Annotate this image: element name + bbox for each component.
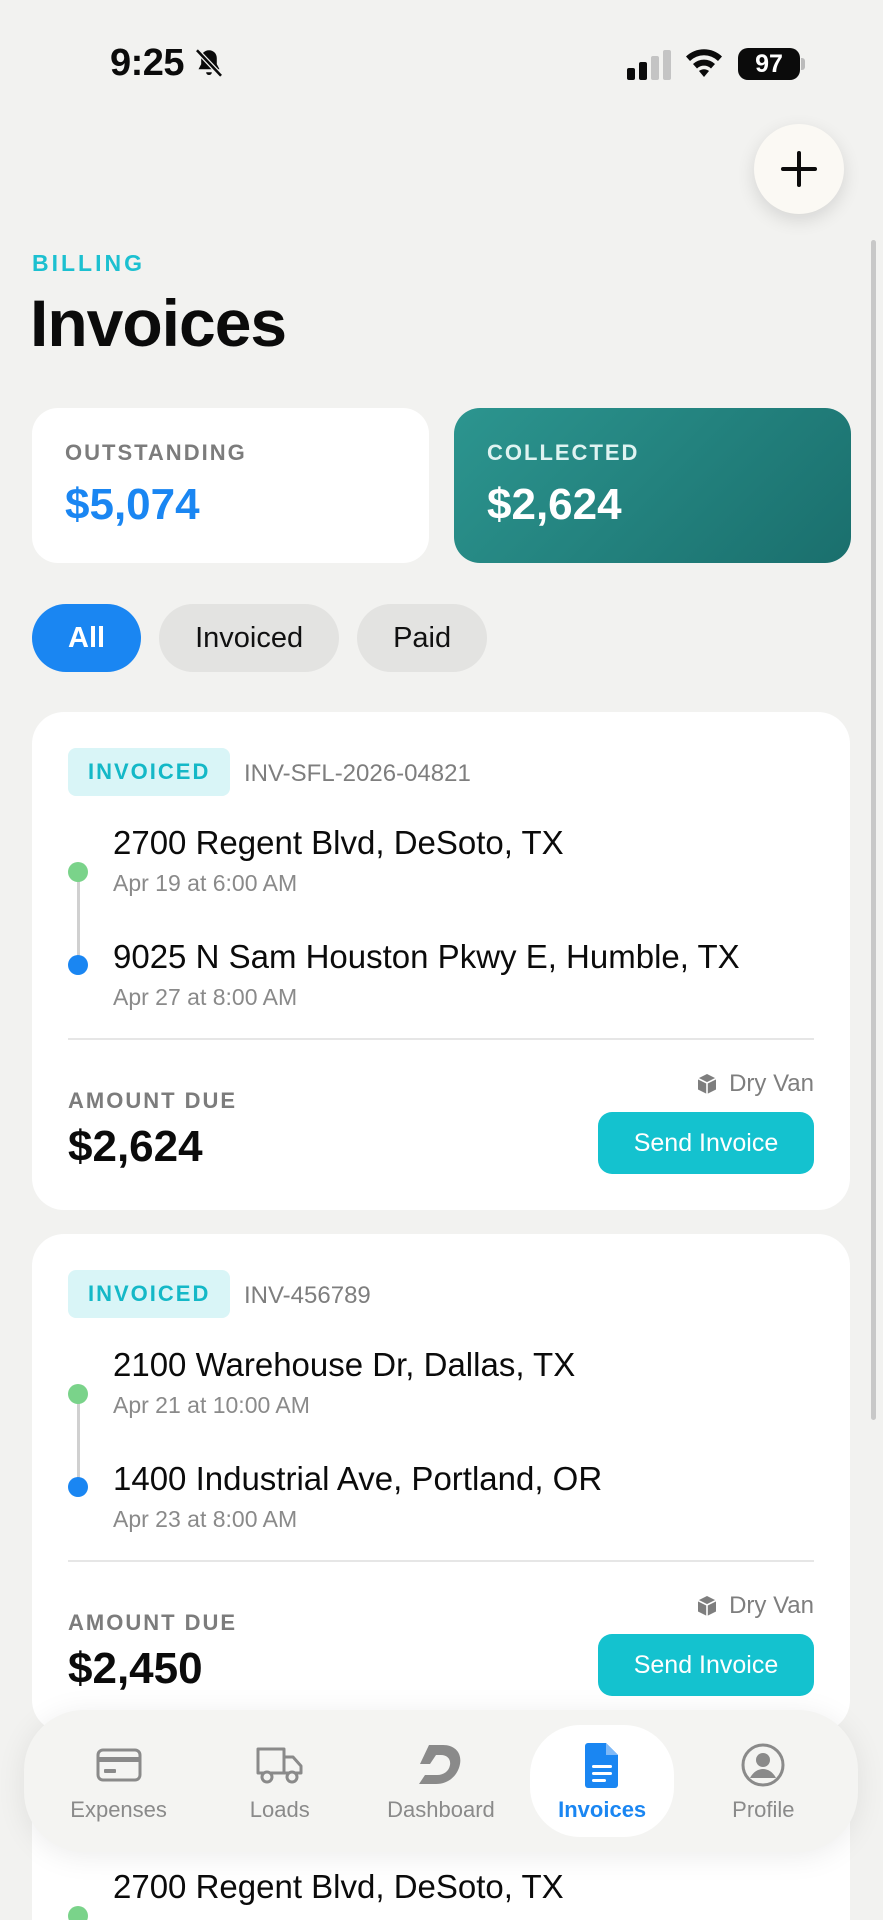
- tab-expenses[interactable]: Expenses: [47, 1725, 191, 1837]
- equipment-label: Dry Van: [729, 1070, 814, 1097]
- tab-loads[interactable]: Loads: [208, 1725, 352, 1837]
- pickup-time: Apr 19 at 6:00 AM: [113, 870, 298, 896]
- invoice-card[interactable]: INVOICED INV-456789 2100 Warehouse Dr, D…: [32, 1234, 850, 1732]
- equipment-type: Dry Van: [695, 1070, 814, 1098]
- filter-all[interactable]: All: [32, 604, 142, 672]
- invoice-card[interactable]: INVOICED INV-SFL-2026-04821 2700 Regent …: [32, 712, 850, 1210]
- tab-profile[interactable]: Profile: [691, 1725, 835, 1837]
- dropoff-time: Apr 27 at 8:00 AM: [113, 984, 298, 1010]
- dropoff-address: 1400 Industrial Ave, Portland, OR: [113, 1460, 603, 1497]
- collected-card: COLLECTED $2,624: [454, 408, 851, 563]
- invoice-number: INV-456789: [244, 1282, 371, 1309]
- equipment-type: Dry Van: [695, 1592, 814, 1620]
- equipment-label: Dry Van: [729, 1592, 814, 1619]
- status-bar: 9:25 97: [0, 0, 883, 120]
- page-title: Invoices: [30, 286, 287, 360]
- dropoff-time: Apr 23 at 8:00 AM: [113, 1506, 298, 1532]
- outstanding-card: OUTSTANDING $5,074: [32, 408, 429, 563]
- pickup-time: Apr 21 at 10:00 AM: [113, 1392, 310, 1418]
- outstanding-label: OUTSTANDING: [65, 440, 247, 465]
- status-badge: INVOICED: [68, 1270, 231, 1318]
- battery-indicator: 97: [738, 48, 800, 80]
- tab-invoices[interactable]: Invoices: [530, 1725, 675, 1837]
- dropoff-dot: [68, 1477, 88, 1497]
- document-icon: [585, 1743, 619, 1788]
- filter-paid[interactable]: Paid: [357, 604, 488, 672]
- send-invoice-button[interactable]: Send Invoice: [598, 1634, 814, 1696]
- send-invoice-button[interactable]: Send Invoice: [598, 1112, 814, 1174]
- person-circle-icon: [741, 1743, 785, 1787]
- tab-invoices-label: Invoices: [558, 1797, 647, 1822]
- route-line: [77, 1394, 80, 1486]
- filter-chips: All Invoiced Paid: [32, 604, 488, 672]
- amount-due-label: AMOUNT DUE: [68, 1088, 238, 1113]
- amount-due-value: $2,450: [68, 1644, 203, 1693]
- cellular-signal-icon: [627, 50, 671, 80]
- wifi-icon: [686, 49, 722, 77]
- add-invoice-button[interactable]: [754, 124, 844, 214]
- tab-expenses-label: Expenses: [70, 1797, 167, 1822]
- invoice-number: INV-SFL-2026-04821: [244, 760, 471, 787]
- battery-nub: [801, 58, 805, 70]
- pickup-dot: [68, 1384, 88, 1404]
- scroll-indicator[interactable]: [871, 240, 876, 1420]
- dropoff-address: 9025 N Sam Houston Pkwy E, Humble, TX: [113, 938, 740, 975]
- box-icon: [697, 1596, 717, 1616]
- amount-due-value: $2,624: [68, 1122, 203, 1171]
- outstanding-value: $5,074: [65, 480, 200, 529]
- collected-label: COLLECTED: [487, 440, 640, 465]
- pickup-address: 2100 Warehouse Dr, Dallas, TX: [113, 1346, 576, 1383]
- box-icon: [697, 1074, 717, 1094]
- credit-card-icon: [96, 1748, 142, 1782]
- tab-dashboard[interactable]: Dashboard: [369, 1725, 513, 1837]
- route-line: [77, 872, 80, 964]
- status-badge: INVOICED: [68, 748, 231, 796]
- divider: [68, 1038, 814, 1040]
- pickup-dot: [68, 862, 88, 882]
- tab-profile-label: Profile: [732, 1797, 795, 1822]
- tab-dashboard-label: Dashboard: [387, 1797, 495, 1822]
- section-eyebrow: BILLING: [32, 250, 145, 276]
- collected-value: $2,624: [487, 480, 622, 529]
- tab-bar: Expenses Loads Dashboard Invoices Profil…: [24, 1710, 858, 1852]
- divider: [68, 1560, 814, 1562]
- amount-due-label: AMOUNT DUE: [68, 1610, 238, 1635]
- plus-icon: [781, 151, 817, 187]
- dashboard-logo-icon: [418, 1745, 461, 1784]
- dropoff-dot: [68, 955, 88, 975]
- tab-loads-label: Loads: [249, 1797, 310, 1822]
- status-time: 9:25: [110, 42, 185, 84]
- truck-icon: [256, 1747, 303, 1784]
- pickup-address: 2700 Regent Blvd, DeSoto, TX: [113, 824, 564, 861]
- pickup-address: 2700 Regent Blvd, DeSoto, TX: [113, 1868, 564, 1905]
- bell-slash-icon: [195, 48, 223, 78]
- pickup-dot: [68, 1906, 88, 1920]
- filter-invoiced[interactable]: Invoiced: [159, 604, 340, 672]
